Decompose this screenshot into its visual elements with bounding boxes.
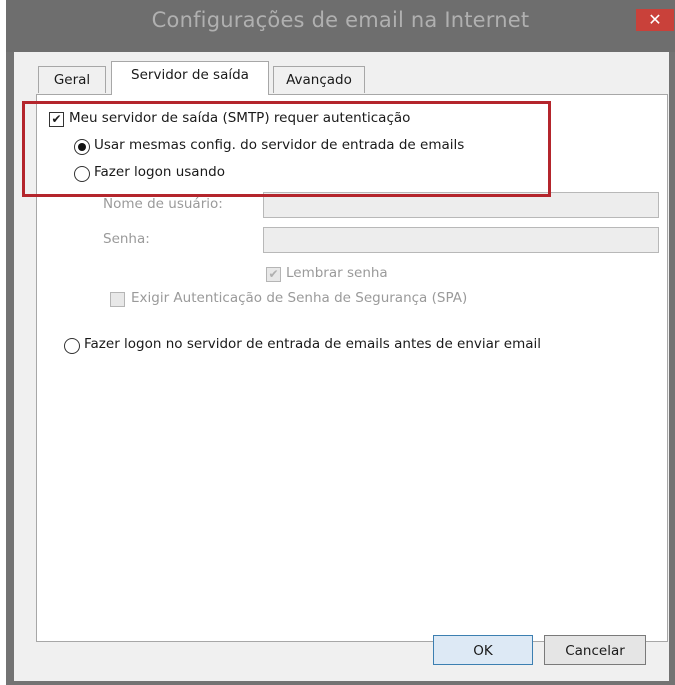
remember-password-checkbox[interactable]: ✔ xyxy=(266,267,281,282)
close-button[interactable]: ✕ xyxy=(636,9,674,31)
title-bar[interactable]: Configurações de email na Internet ✕ xyxy=(6,0,675,52)
window-title: Configurações de email na Internet xyxy=(151,8,530,32)
tab-geral[interactable]: Geral xyxy=(38,66,106,93)
tab-bar: Geral Servidor de saída Avançado xyxy=(14,52,669,96)
username-label: Nome de usuário: xyxy=(103,196,223,212)
check-icon: ✔ xyxy=(268,267,279,281)
tab-servidor-de-saida[interactable]: Servidor de saída xyxy=(111,61,269,95)
annotation-highlight-box xyxy=(22,101,551,197)
password-field[interactable] xyxy=(263,227,659,253)
spa-checkbox[interactable] xyxy=(110,292,125,307)
password-label: Senha: xyxy=(103,231,150,247)
logon-before-send-label: Fazer logon no servidor de entrada de em… xyxy=(84,336,541,352)
tab-avancado[interactable]: Avançado xyxy=(273,66,365,93)
remember-password-label: Lembrar senha xyxy=(286,265,388,281)
logon-before-send-radio[interactable] xyxy=(64,338,80,354)
cancel-button[interactable]: Cancelar xyxy=(544,635,646,665)
spa-label: Exigir Autenticação de Senha de Seguranç… xyxy=(131,290,468,306)
close-icon: ✕ xyxy=(648,10,662,29)
ok-button[interactable]: OK xyxy=(433,635,533,665)
